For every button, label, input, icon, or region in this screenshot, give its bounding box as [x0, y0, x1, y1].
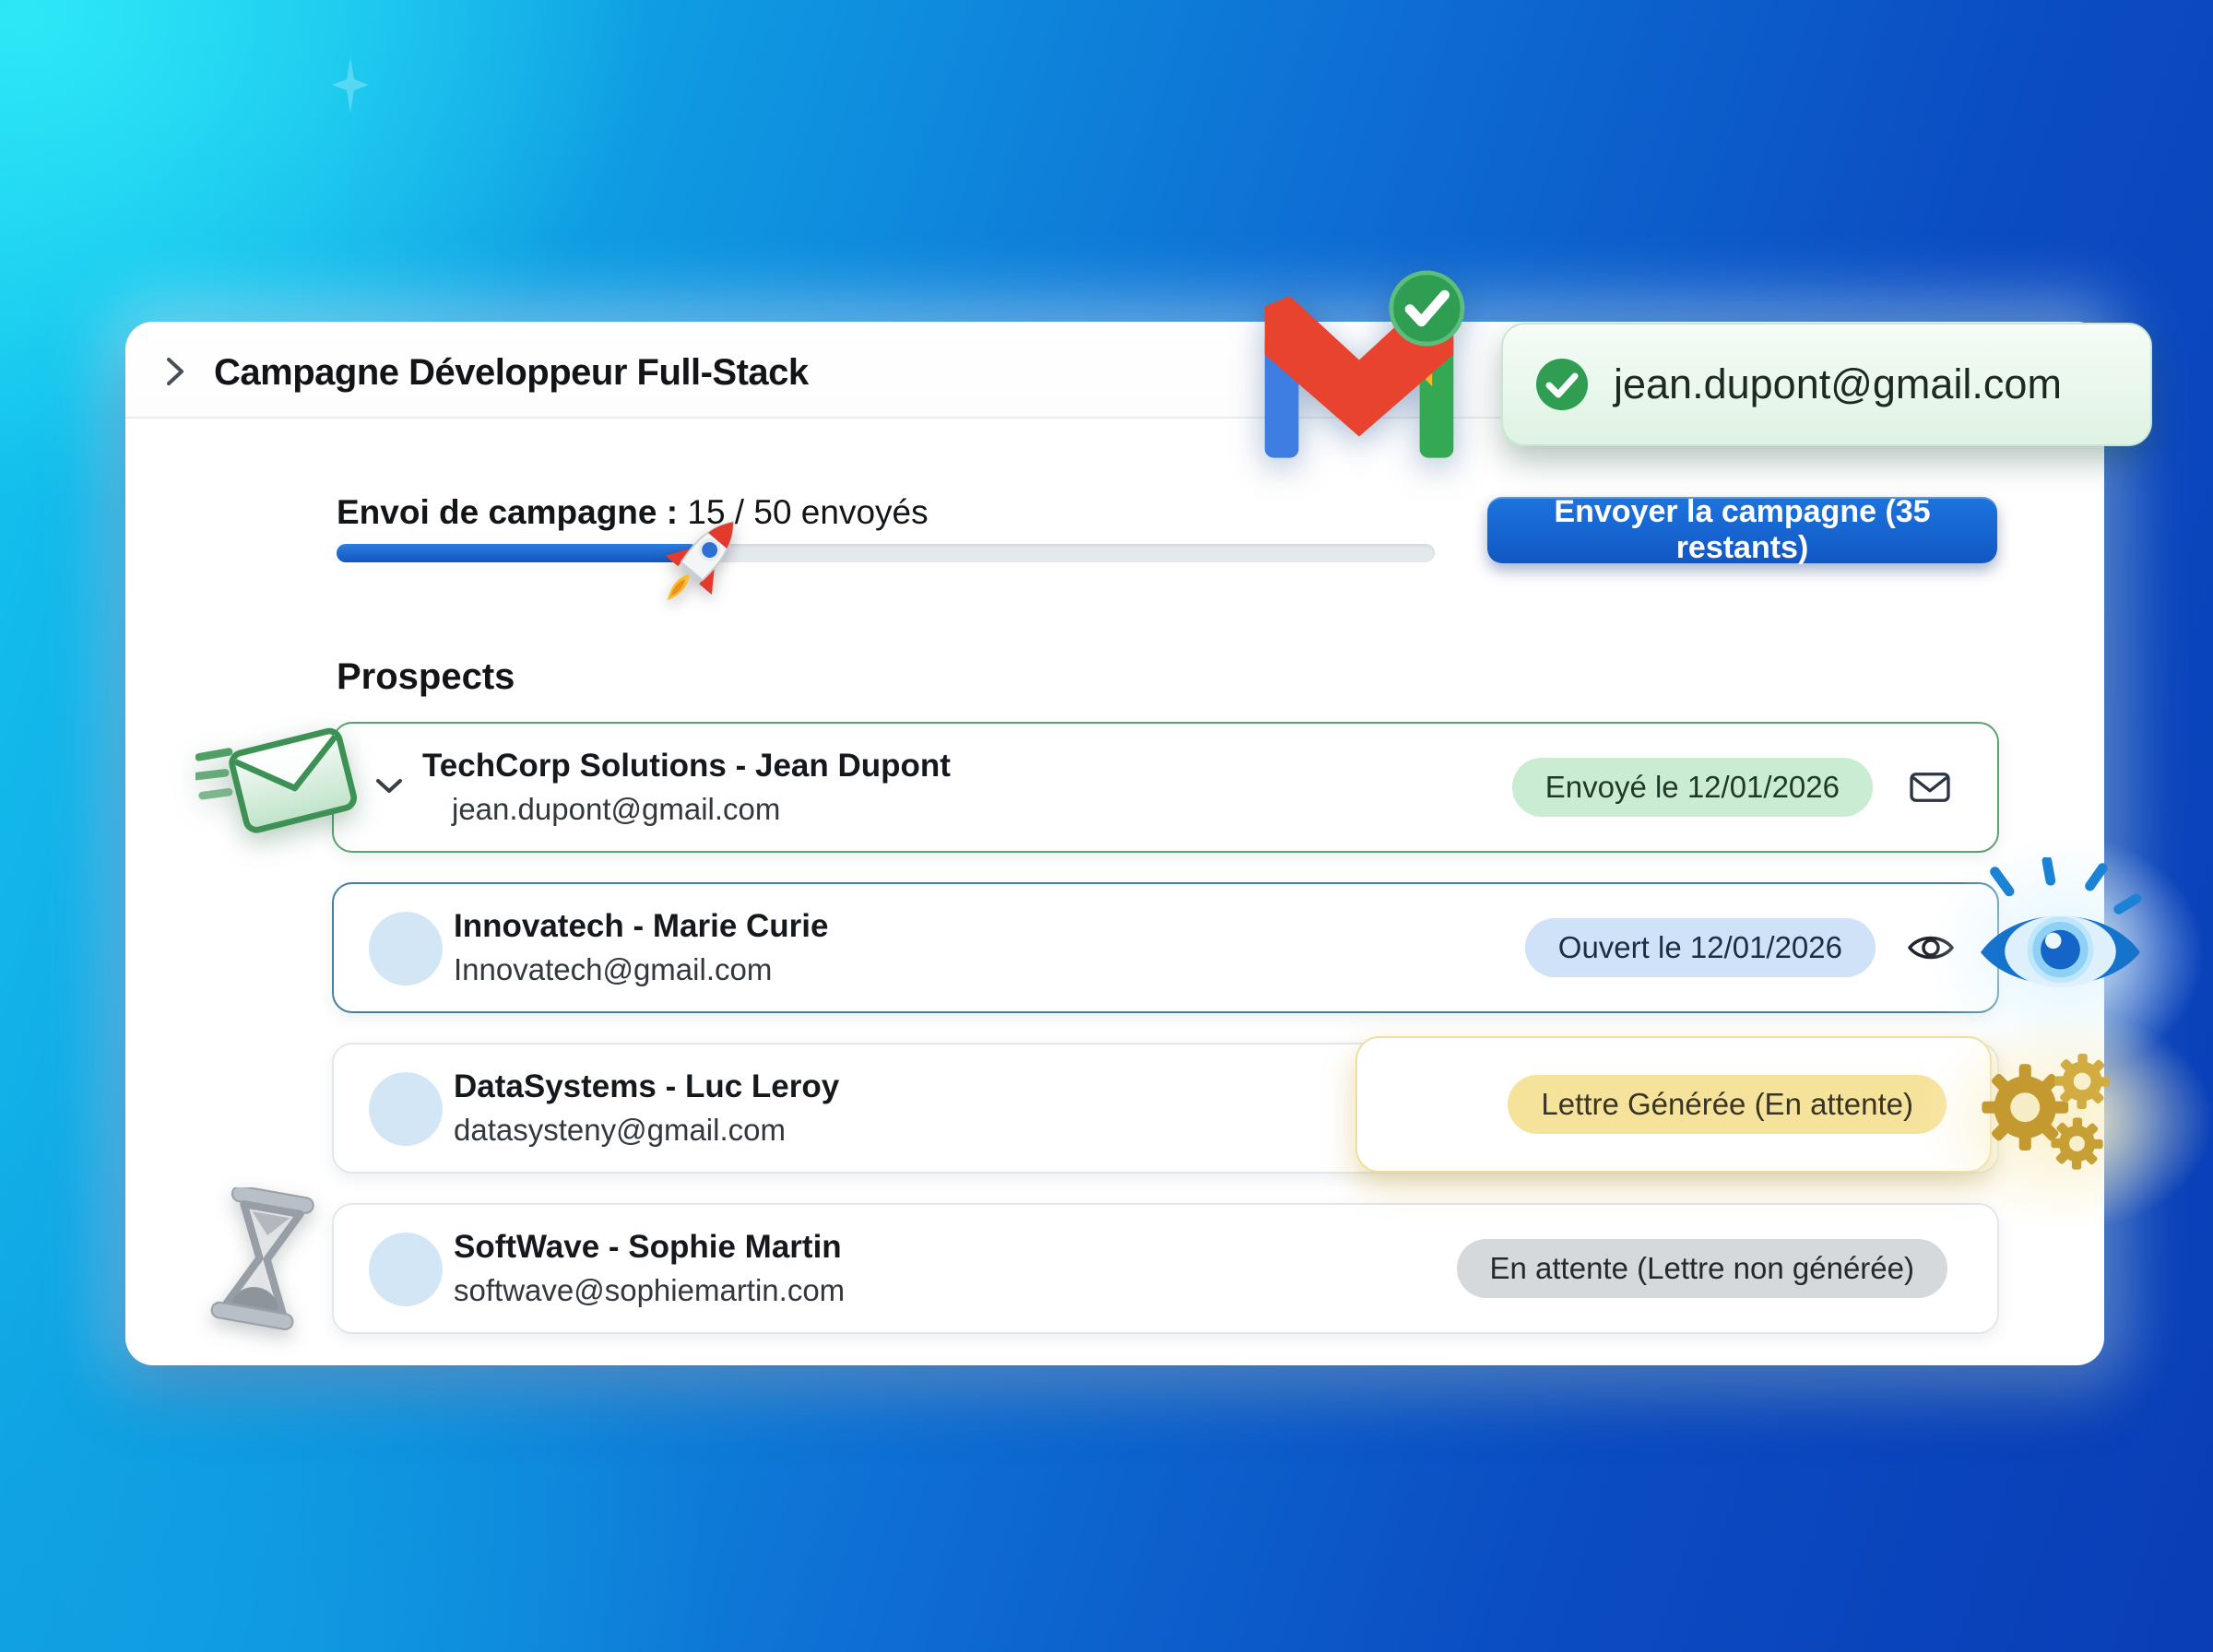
prospect-name: TechCorp Solutions - Jean Dupont — [422, 748, 951, 785]
prospect-name: DataSystems - Luc Leroy — [454, 1068, 839, 1105]
progress-label-bold: Envoi de campagne : — [337, 493, 678, 531]
avatar — [369, 912, 443, 985]
prospect-row-innovatech[interactable]: Innovatech - Marie Curie Innovatech@gmai… — [332, 882, 1999, 1013]
envelope-icon[interactable] — [1909, 770, 1951, 805]
verified-badge-icon — [1391, 273, 1462, 344]
send-campaign-button[interactable]: Envoyer la campagne (35 restants) — [1487, 497, 1997, 563]
prospect-email: Innovatech@gmail.com — [454, 952, 772, 987]
avatar — [369, 1072, 443, 1146]
status-badge-waiting: En attente (Lettre non générée) — [1457, 1239, 1948, 1298]
status-badge-generated: Lettre Générée (En attente) — [1508, 1075, 1947, 1134]
prospects-heading: Prospects — [337, 656, 515, 698]
check-circle-icon — [1534, 357, 1590, 412]
rocket-icon — [651, 505, 751, 618]
prospect-name: SoftWave - Sophie Martin — [454, 1229, 842, 1266]
progress-fill — [337, 544, 699, 562]
status-badge-sent: Envoyé le 12/01/2026 — [1512, 758, 1873, 817]
progress-label: Envoi de campagne : 15 / 50 envoyés — [337, 493, 929, 532]
chevron-down-icon[interactable] — [374, 777, 404, 796]
prospect-email: softwave@sophiemartin.com — [454, 1273, 845, 1308]
prospect-row-softwave[interactable]: SoftWave - Sophie Martin softwave@sophie… — [332, 1203, 1999, 1334]
prospect-email: jean.dupont@gmail.com — [452, 792, 780, 827]
chevron-right-icon[interactable] — [164, 356, 186, 387]
status-badge-opened: Ouvert le 12/01/2026 — [1525, 918, 1876, 977]
prospect-row-techcorp[interactable]: TechCorp Solutions - Jean Dupont jean.du… — [332, 722, 1999, 853]
prospect-email: datasysteny@gmail.com — [454, 1113, 786, 1148]
generated-letter-highlight: Lettre Générée (En attente) — [1355, 1036, 1992, 1173]
gmail-logo — [1250, 269, 1468, 474]
sparkle-icon — [332, 57, 369, 112]
campaign-progress-bar — [337, 544, 1435, 562]
account-email: jean.dupont@gmail.com — [1614, 360, 2062, 408]
avatar — [369, 1233, 443, 1306]
desktop-background: Campagne Développeur Full-Stack jean.dup… — [0, 0, 2213, 1652]
page-title: Campagne Développeur Full-Stack — [214, 352, 809, 394]
eye-icon[interactable] — [1907, 930, 1955, 965]
prospect-name: Innovatech - Marie Curie — [454, 908, 828, 945]
connected-account-pill[interactable]: jean.dupont@gmail.com — [1501, 323, 2152, 446]
